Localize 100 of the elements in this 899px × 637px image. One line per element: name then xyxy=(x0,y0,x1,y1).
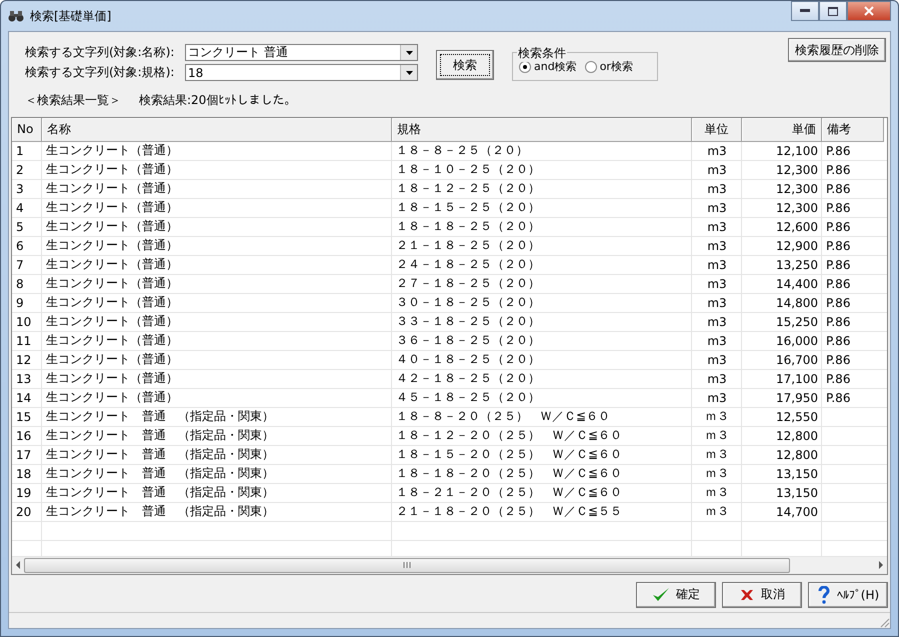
clear-history-button[interactable]: 検索履歴の削除 xyxy=(788,38,886,62)
table-cell-text: １８－８－２０（２５） Ｗ／Ｃ≦６０ xyxy=(395,408,612,426)
column-header[interactable]: 単位 xyxy=(692,118,742,142)
table-cell-text: P.86 xyxy=(825,142,852,160)
question-mark-icon xyxy=(816,586,831,604)
dropdown-arrow-icon xyxy=(406,50,412,54)
table-cell-text: 生コンクリート（普通） xyxy=(45,370,179,388)
table-cell-text: ｍ３ xyxy=(704,446,730,464)
table-cell-text: 生コンクリート 普通 （指定品・関東） xyxy=(45,408,275,426)
table-cell-text: 生コンクリート 普通 （指定品・関東） xyxy=(45,427,275,444)
table-cell-text: 14,700 xyxy=(775,504,819,521)
table-cell-text: １８－１８－２５（２０） xyxy=(395,218,541,236)
table-cell-text: ｍ３ xyxy=(704,484,730,502)
table-cell-text: 11 xyxy=(15,332,32,350)
maximize-button[interactable] xyxy=(819,1,847,21)
horizontal-scrollbar[interactable] xyxy=(12,556,887,574)
table-cell-text: P.86 xyxy=(825,390,852,407)
table-cell-text: P.86 xyxy=(825,314,852,331)
minimize-icon xyxy=(800,9,810,13)
table-cell-text: 17 xyxy=(15,446,32,464)
table-cell-text: 16,700 xyxy=(775,352,819,369)
table-cell-text: ２１－１８－２５（２０） xyxy=(395,237,541,254)
column-header[interactable]: 規格 xyxy=(392,118,692,142)
table-cell-text: 12,300 xyxy=(775,200,819,217)
scroll-left-icon[interactable] xyxy=(14,561,22,570)
table-cell-text: 14,400 xyxy=(775,276,819,293)
table-cell-text: m3 xyxy=(706,162,728,179)
table-cell-text: 生コンクリート（普通） xyxy=(45,351,179,368)
column-header[interactable]: 名称 xyxy=(42,118,392,142)
field-label: 検索する文字列(対象:名称): xyxy=(25,44,176,61)
table-cell-text: 6 xyxy=(15,238,25,255)
table-cell-text: 12 xyxy=(15,352,32,369)
table-cell-text: 生コンクリート（普通） xyxy=(45,218,179,236)
minimize-button[interactable] xyxy=(791,1,819,21)
table-cell-text: 19 xyxy=(15,484,32,502)
table-cell-text: 12,550 xyxy=(775,408,819,426)
maximize-icon xyxy=(828,6,838,16)
table-cell-text: m3 xyxy=(706,332,728,350)
table-cell-text: 4 xyxy=(15,200,25,217)
resize-grip-icon[interactable] xyxy=(878,616,890,628)
table-cell-text: 9 xyxy=(15,294,25,312)
table-cell-text: １８－１８－２０（２５） Ｗ／Ｃ≦６０ xyxy=(395,465,624,482)
table-cell-text: 生コンクリート（普通） xyxy=(45,275,179,292)
table-cell-text: 生コンクリート 普通 （指定品・関東） xyxy=(45,446,275,464)
table-cell-text: １８－１２－２５（２０） xyxy=(395,180,541,198)
table-cell-text: ｍ３ xyxy=(704,465,730,482)
table-cell-text: P.86 xyxy=(825,352,852,369)
search-combo-box[interactable]: 18 xyxy=(185,64,418,81)
table-cell-text: 生コンクリート（普通） xyxy=(45,256,179,274)
table-cell-text: １８－８－２５（２０） xyxy=(395,142,529,160)
table-cell-text: ４５－１８－２５（２０） xyxy=(395,389,541,406)
table-cell-text: P.86 xyxy=(825,256,852,274)
table-cell-text: 12,800 xyxy=(775,428,819,445)
help-button[interactable]: ﾍﾙﾌﾟ(H) xyxy=(808,582,888,608)
binoculars-icon xyxy=(8,10,24,22)
table-cell-text: ４０－１８－２５（２０） xyxy=(395,351,541,368)
column-header[interactable]: No xyxy=(12,118,42,142)
table-cell-text: 13 xyxy=(15,370,32,388)
dropdown-arrow-icon xyxy=(406,70,412,74)
table-cell-text: ２１－１８－２０（２５） Ｗ／Ｃ≦５５ xyxy=(395,503,624,520)
table-cell-text: ４２－１８－２５（２０） xyxy=(395,370,541,388)
field-label: 検索する文字列(対象:規格): xyxy=(25,64,176,81)
table-cell-text: １８－２１－２０（２５） Ｗ／Ｃ≦６０ xyxy=(395,484,624,502)
table-cell-text: 12,600 xyxy=(775,218,819,236)
table-cell-text: ２４－１８－２５（２０） xyxy=(395,256,541,274)
close-button[interactable] xyxy=(847,1,891,21)
table-cell-text: ３６－１８－２５（２０） xyxy=(395,332,541,350)
table-cell-text: P.86 xyxy=(825,162,852,179)
table-cell-text: m3 xyxy=(706,142,728,160)
confirm-button[interactable]: 確定 xyxy=(636,582,716,608)
column-header[interactable]: 単価 xyxy=(742,118,822,142)
table-cell-text: 12,900 xyxy=(775,238,819,255)
table-cell-text: 生コンクリート（普通） xyxy=(45,313,179,330)
scroll-right-icon[interactable] xyxy=(877,561,885,570)
table-cell-text: 14,800 xyxy=(775,294,819,312)
table-cell-text: 生コンクリート（普通） xyxy=(45,142,179,160)
table-cell-text: 14 xyxy=(15,390,32,407)
search-button[interactable]: 検索 xyxy=(436,50,494,80)
table-cell-text: m3 xyxy=(706,180,728,198)
table-cell-text: 生コンクリート（普通） xyxy=(45,199,179,216)
radio-option[interactable]: or検索 xyxy=(584,59,633,74)
table-cell-text: 12,300 xyxy=(775,162,819,179)
table-cell-text: P.86 xyxy=(825,218,852,236)
table-cell-text: 生コンクリート（普通） xyxy=(45,332,179,350)
cancel-button[interactable]: 取消 xyxy=(722,582,802,608)
radio-option[interactable]: and検索 xyxy=(519,59,577,74)
column-header[interactable]: 備考 xyxy=(822,118,884,142)
table-cell-text: ｍ３ xyxy=(704,503,730,520)
table-cell-text: 生コンクリート（普通） xyxy=(45,389,179,406)
scrollbar-thumb[interactable] xyxy=(24,558,790,573)
table-cell-text: 12,800 xyxy=(775,446,819,464)
table-cell-text: 17,950 xyxy=(775,390,819,407)
table-cell-text: 生コンクリート（普通） xyxy=(45,180,179,198)
table-cell-text: 16 xyxy=(15,428,32,445)
table-cell-text: m3 xyxy=(706,294,728,312)
table-cell-text: P.86 xyxy=(825,238,852,255)
search-combo-box[interactable]: コンクリート 普通 xyxy=(185,44,418,61)
window-title: 検索[基礎単価] xyxy=(30,8,112,24)
table-cell-text: 生コンクリート（普通） xyxy=(45,294,179,312)
table-cell-text: m3 xyxy=(706,218,728,236)
